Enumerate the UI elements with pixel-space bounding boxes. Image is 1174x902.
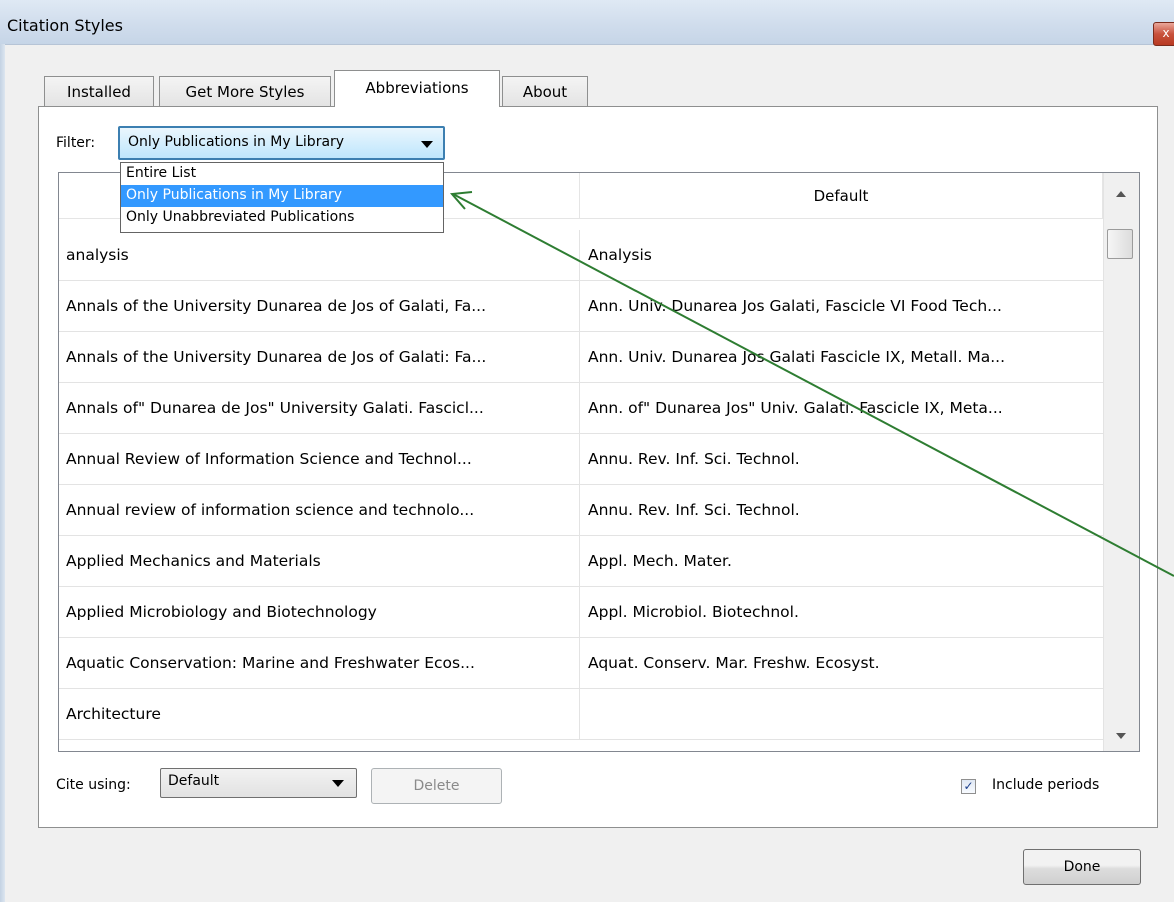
publication-name-cell[interactable]: Annals of the University Dunarea de Jos … <box>59 281 580 331</box>
filter-option-unabbreviated[interactable]: Only Unabbreviated Publications <box>121 207 443 229</box>
publication-name-cell[interactable]: Applied Mechanics and Materials <box>59 536 580 586</box>
publication-name-cell[interactable]: Aquatic Conservation: Marine and Freshwa… <box>59 638 580 688</box>
publication-name-cell[interactable]: Annals of the University Dunarea de Jos … <box>59 332 580 382</box>
table-row[interactable]: Annals of the University Dunarea de Jos … <box>59 281 1103 332</box>
window-frame-edge <box>0 44 5 902</box>
title-bar: Citation Styles x <box>0 0 1174 46</box>
abbreviation-cell[interactable] <box>580 689 1103 739</box>
publication-name-cell[interactable]: Annual review of information science and… <box>59 485 580 535</box>
abbreviation-cell[interactable]: Aquat. Conserv. Mar. Freshw. Ecosyst. <box>580 638 1103 688</box>
tab-get-more-styles[interactable]: Get More Styles <box>159 76 331 107</box>
abbreviation-cell[interactable]: Annu. Rev. Inf. Sci. Technol. <box>580 485 1103 535</box>
column-header-default[interactable]: Default <box>580 173 1103 219</box>
publication-name-cell[interactable]: analysis <box>59 230 580 280</box>
table-row[interactable]: Annual review of information science and… <box>59 485 1103 536</box>
table-row[interactable]: Architecture <box>59 689 1103 740</box>
filter-option-entire-list[interactable]: Entire List <box>121 163 443 185</box>
scroll-up-icon[interactable] <box>1116 191 1126 197</box>
publication-name-cell[interactable]: Architecture <box>59 689 580 739</box>
table-row[interactable]: Aquatic Conservation: Marine and Freshwa… <box>59 638 1103 689</box>
table-row[interactable]: Applied Microbiology and Biotechnology A… <box>59 587 1103 638</box>
abbreviation-cell[interactable]: Annu. Rev. Inf. Sci. Technol. <box>580 434 1103 484</box>
publication-name-cell[interactable]: Applied Microbiology and Biotechnology <box>59 587 580 637</box>
tab-label: Get More Styles <box>185 83 305 101</box>
tab-abbreviations[interactable]: Abbreviations <box>334 70 500 107</box>
tab-installed[interactable]: Installed <box>44 76 154 107</box>
abbreviation-cell[interactable]: Appl. Mech. Mater. <box>580 536 1103 586</box>
dropdown-arrow-icon <box>332 780 344 787</box>
done-button[interactable]: Done <box>1023 849 1141 885</box>
filter-dropdown-list: Entire List Only Publications in My Libr… <box>120 162 444 233</box>
tab-label: About <box>522 83 568 101</box>
abbreviation-cell[interactable]: Ann. Univ. Dunarea Jos Galati, Fascicle … <box>580 281 1103 331</box>
filter-label: Filter: <box>56 135 96 151</box>
table-row[interactable]: Annual Review of Information Science and… <box>59 434 1103 485</box>
table-row[interactable]: analysis Analysis <box>59 230 1103 281</box>
citation-styles-window: Citation Styles x Installed Get More Sty… <box>0 0 1174 902</box>
include-periods-label: Include periods <box>992 777 1100 793</box>
close-icon[interactable]: x <box>1153 22 1174 46</box>
filter-dropdown[interactable]: Only Publications in My Library <box>118 126 445 160</box>
cite-using-label: Cite using: <box>56 777 131 793</box>
scroll-down-icon[interactable] <box>1116 733 1126 739</box>
table-row[interactable]: Annals of the University Dunarea de Jos … <box>59 332 1103 383</box>
abbreviations-table: Default analysis Analysis Annals of the … <box>58 172 1140 752</box>
publication-name-cell[interactable]: Annual Review of Information Science and… <box>59 434 580 484</box>
delete-button[interactable]: Delete <box>371 768 502 804</box>
window-title: Citation Styles <box>7 16 123 35</box>
filter-selected-value: Only Publications in My Library <box>128 134 345 150</box>
abbreviation-cell[interactable]: Ann. Univ. Dunarea Jos Galati Fascicle I… <box>580 332 1103 382</box>
tab-about[interactable]: About <box>502 76 588 107</box>
vertical-scrollbar[interactable] <box>1103 173 1139 751</box>
abbreviation-cell[interactable]: Ann. of" Dunarea Jos" Univ. Galati. Fasc… <box>580 383 1103 433</box>
include-periods-checkbox[interactable]: ✓ <box>961 779 976 794</box>
publication-name-cell[interactable]: Annals of" Dunarea de Jos" University Ga… <box>59 383 580 433</box>
tab-label: Installed <box>67 83 131 101</box>
table-row[interactable]: Annals of" Dunarea de Jos" University Ga… <box>59 383 1103 434</box>
tab-label: Abbreviations <box>365 79 469 97</box>
cite-using-value: Default <box>168 773 220 789</box>
scrollbar-thumb[interactable] <box>1107 229 1133 259</box>
dropdown-arrow-icon <box>421 141 433 148</box>
abbreviation-cell[interactable]: Analysis <box>580 230 1103 280</box>
table-row[interactable]: Applied Mechanics and Materials Appl. Me… <box>59 536 1103 587</box>
abbreviation-cell[interactable]: Appl. Microbiol. Biotechnol. <box>580 587 1103 637</box>
cite-using-dropdown[interactable]: Default <box>160 768 357 798</box>
filter-option-my-library[interactable]: Only Publications in My Library <box>121 185 443 207</box>
